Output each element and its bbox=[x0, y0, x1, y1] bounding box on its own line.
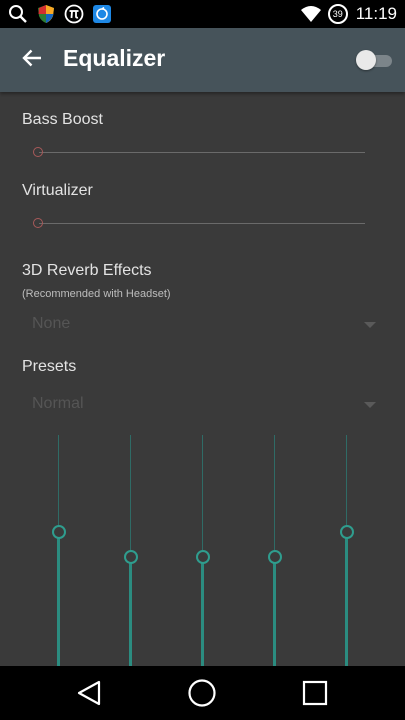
eq-band-slider[interactable] bbox=[264, 435, 286, 666]
virtualizer-label: Virtualizer bbox=[22, 182, 93, 199]
reverb-hint: (Recommended with Headset) bbox=[22, 288, 171, 300]
dropdown-arrow-icon bbox=[364, 322, 376, 328]
app-toolbar: Equalizer bbox=[0, 28, 405, 92]
bass-boost-label: Bass Boost bbox=[22, 111, 103, 128]
recents-square-icon bbox=[300, 680, 330, 712]
equalizer-toggle[interactable] bbox=[356, 49, 394, 71]
back-triangle-icon bbox=[74, 680, 104, 712]
slider-thumb[interactable] bbox=[33, 147, 43, 157]
wifi-icon bbox=[300, 4, 321, 24]
home-circle-icon bbox=[187, 679, 217, 712]
bass-boost-slider[interactable] bbox=[33, 145, 365, 161]
band-thumb[interactable] bbox=[196, 550, 210, 564]
page-title: Equalizer bbox=[63, 45, 166, 71]
band-thumb[interactable] bbox=[124, 550, 138, 564]
band-fill bbox=[273, 557, 276, 666]
nav-recents-button[interactable] bbox=[300, 678, 330, 708]
nav-home-button[interactable] bbox=[187, 678, 217, 708]
band-fill bbox=[57, 532, 60, 666]
reverb-label: 3D Reverb Effects bbox=[22, 262, 152, 279]
nav-back-button[interactable] bbox=[74, 678, 104, 708]
reverb-dropdown[interactable]: None bbox=[22, 311, 382, 339]
band-thumb[interactable] bbox=[52, 525, 66, 539]
band-fill bbox=[201, 557, 204, 666]
eq-band-slider[interactable] bbox=[48, 435, 70, 666]
toggle-thumb bbox=[356, 50, 376, 70]
back-button[interactable] bbox=[14, 42, 50, 78]
presets-dropdown[interactable]: Normal bbox=[22, 391, 382, 419]
virtualizer-slider[interactable] bbox=[33, 216, 365, 232]
status-bar: 39 11:19 bbox=[0, 0, 405, 28]
band-thumb[interactable] bbox=[340, 525, 354, 539]
clock: 11:19 bbox=[355, 4, 397, 23]
pi-icon bbox=[64, 4, 84, 24]
slider-track bbox=[39, 152, 365, 153]
presets-label: Presets bbox=[22, 358, 77, 375]
shield-icon bbox=[36, 4, 56, 24]
battery-icon: 39 bbox=[327, 4, 348, 24]
band-fill bbox=[345, 532, 348, 666]
arrow-back-icon bbox=[22, 49, 42, 71]
dropdown-arrow-icon bbox=[364, 402, 376, 408]
band-fill bbox=[129, 557, 132, 666]
eq-band-slider[interactable] bbox=[120, 435, 142, 666]
navigation-bar bbox=[0, 666, 405, 720]
reverb-selected-value: None bbox=[32, 315, 71, 332]
sync-icon bbox=[92, 4, 112, 24]
band-thumb[interactable] bbox=[268, 550, 282, 564]
slider-thumb[interactable] bbox=[33, 218, 43, 228]
search-icon bbox=[8, 4, 28, 24]
eq-band-slider[interactable] bbox=[192, 435, 214, 666]
eq-band-slider[interactable] bbox=[336, 435, 358, 666]
equalizer-bands bbox=[0, 435, 405, 666]
slider-track bbox=[39, 223, 365, 224]
presets-selected-value: Normal bbox=[32, 395, 84, 412]
